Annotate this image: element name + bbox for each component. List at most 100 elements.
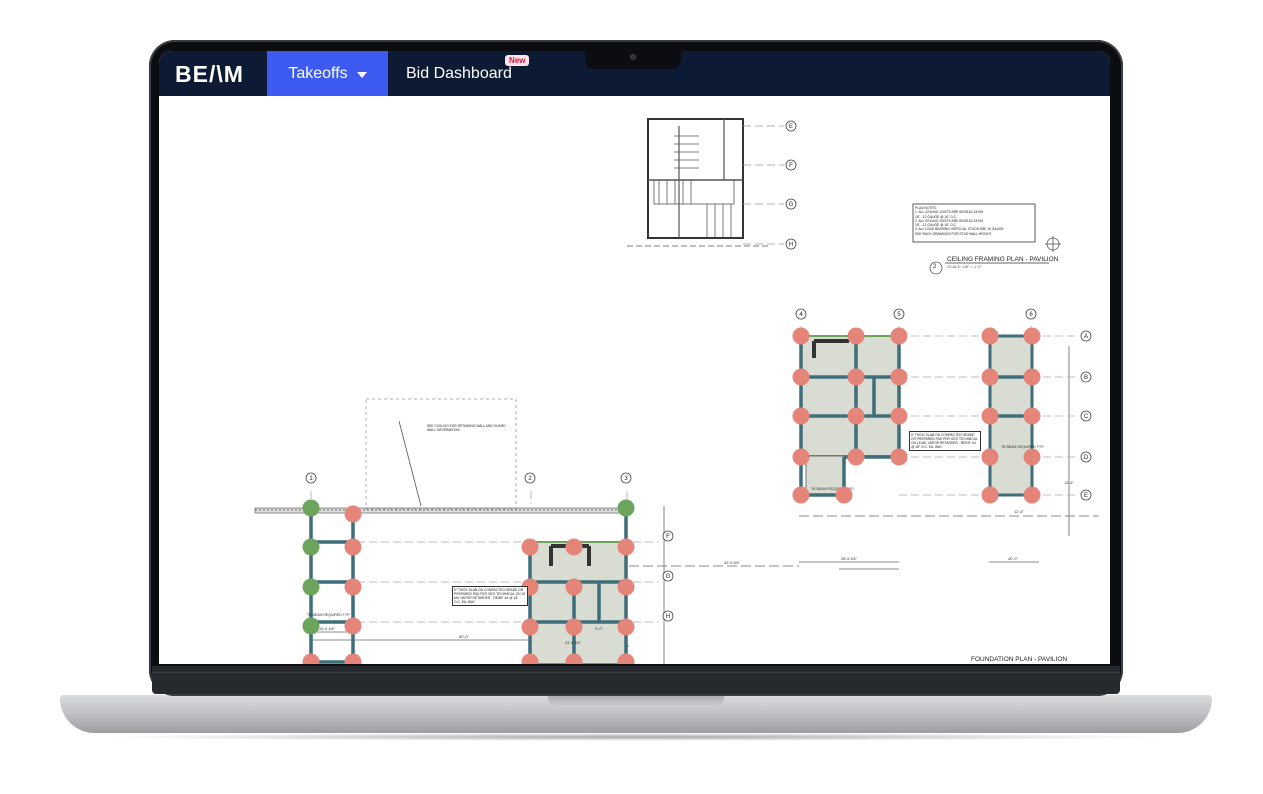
svg-text:E: E xyxy=(789,124,793,130)
takeoff-marker[interactable] xyxy=(565,618,583,636)
dimension-label: 80'-0" xyxy=(459,635,469,639)
takeoff-marker[interactable] xyxy=(344,538,362,556)
takeoff-marker[interactable] xyxy=(617,499,635,517)
ceiling-plan-number: 2 xyxy=(933,264,937,270)
takeoff-marker[interactable] xyxy=(981,368,999,386)
grid-bubble-row-G: G xyxy=(662,570,674,582)
takeoff-marker[interactable] xyxy=(890,368,908,386)
dimension-label: 9'-0" xyxy=(595,627,603,631)
takeoff-marker[interactable] xyxy=(1023,368,1041,386)
takeoff-marker[interactable] xyxy=(1023,486,1041,504)
dimension-label: 24'-6 3/4" xyxy=(565,641,582,645)
takeoff-marker[interactable] xyxy=(1023,448,1041,466)
takeoff-marker[interactable] xyxy=(890,407,908,425)
takeoff-marker[interactable] xyxy=(981,448,999,466)
takeoff-marker[interactable] xyxy=(344,617,362,635)
svg-text:F: F xyxy=(789,163,793,169)
takeoff-marker[interactable] xyxy=(890,327,908,345)
grid-bubble-row-D: D xyxy=(1080,451,1092,463)
svg-text:B: B xyxy=(1084,375,1088,381)
chevron-down-icon xyxy=(356,71,367,78)
svg-text:E: E xyxy=(1084,493,1088,499)
svg-text:G: G xyxy=(666,574,671,580)
takeoff-marker[interactable] xyxy=(302,538,320,556)
takeoff-marker[interactable] xyxy=(521,538,539,556)
beam-label: TB BEAM REQUIRED TYP. xyxy=(1001,445,1044,449)
dimension-label: 12'-6" xyxy=(1014,510,1024,514)
takeoff-marker[interactable] xyxy=(835,486,853,504)
takeoff-marker[interactable] xyxy=(890,448,908,466)
grid-bubble-top-row-F: F xyxy=(785,159,797,171)
grid-bubble-column-2: 2 xyxy=(524,472,536,484)
dimension-label: 15'-6 3/4" xyxy=(319,627,336,631)
takeoff-marker[interactable] xyxy=(792,407,810,425)
takeoff-marker[interactable] xyxy=(1023,327,1041,345)
takeoff-marker[interactable] xyxy=(302,653,320,665)
takeoff-marker[interactable] xyxy=(344,578,362,596)
takeoff-marker[interactable] xyxy=(617,578,635,596)
camera-notch xyxy=(585,51,681,69)
slab-note: 5" THICK SLAB ON COMPACTED GRADE OR PREP… xyxy=(909,431,981,451)
slab-note: 5" THICK SLAB ON COMPACTED GRADE OR PREP… xyxy=(452,586,528,606)
takeoff-marker[interactable] xyxy=(1023,407,1041,425)
ceiling-plan-scale: SCALE: 1/8" = 1'-0" xyxy=(947,264,982,269)
retaining-wall-note: SEE CIVIL/OO FOR RETAINING WALL AND GUAR… xyxy=(427,424,506,432)
laptop-shadow xyxy=(100,733,1172,741)
plan-note: SEE RACK DRAWINGS FOR STUD WALL HEIGHT xyxy=(915,231,992,236)
grid-bubble-column-4: 4 xyxy=(795,308,807,320)
grid-bubble-row-F: F xyxy=(662,530,674,542)
blueprint-linework: 1 2 3 4 5 6 A B C D E F G H E F G H xyxy=(254,118,1099,664)
svg-text:H: H xyxy=(666,614,670,620)
takeoff-marker[interactable] xyxy=(302,617,320,635)
grid-bubble-row-E: E xyxy=(1080,489,1092,501)
takeoff-marker[interactable] xyxy=(792,448,810,466)
takeoff-marker[interactable] xyxy=(981,327,999,345)
grid-bubble-column-3: 3 xyxy=(620,472,632,484)
blueprint-svg[interactable]: 1 2 3 4 5 6 A B C D E F G H E F G H 80'-0" 24'-6 3/4" 15'-6… xyxy=(159,96,1110,664)
dimension-label: 40'-0" xyxy=(1008,557,1018,561)
takeoff-marker[interactable] xyxy=(847,368,865,386)
takeoff-marker[interactable] xyxy=(565,538,583,556)
takeoff-marker[interactable] xyxy=(792,486,810,504)
svg-text:D: D xyxy=(1084,455,1089,461)
app-screen: BE/\M Takeoffs Bid Dashboard New 1 2 3 4… xyxy=(159,51,1110,664)
tab-bid-dashboard[interactable]: Bid Dashboard xyxy=(406,51,512,96)
takeoff-marker[interactable] xyxy=(302,499,320,517)
takeoff-marker[interactable] xyxy=(981,407,999,425)
dimension-label: 28'-6 3/4" xyxy=(841,557,858,561)
grid-bubble-top-row-E: E xyxy=(785,120,797,132)
dimension-label: 13'-6" xyxy=(1064,481,1074,485)
svg-text:H: H xyxy=(789,242,793,248)
foundation-plan-title: FOUNDATION PLAN - PAVILION xyxy=(971,656,1068,663)
beam-label: TB BEAM REQUIRED TYP. xyxy=(307,613,350,617)
takeoff-marker[interactable] xyxy=(981,486,999,504)
grid-bubble-column-1: 1 xyxy=(305,472,317,484)
takeoff-marker[interactable] xyxy=(565,578,583,596)
laptop-lid-groove xyxy=(548,695,724,707)
ceiling-plan-title: CEILING FRAMING PLAN - PAVILION xyxy=(947,256,1059,263)
grid-bubble-row-A: A xyxy=(1080,330,1092,342)
takeoff-marker[interactable] xyxy=(302,578,320,596)
takeoff-marker[interactable] xyxy=(617,538,635,556)
brand-logo[interactable]: BE/\M xyxy=(175,61,244,88)
svg-text:A: A xyxy=(1084,334,1088,340)
svg-text:C: C xyxy=(1084,414,1089,420)
blueprint-canvas[interactable]: 1 2 3 4 5 6 A B C D E F G H E F G H 80'-0" 24'-6 3/4" 15'-6… xyxy=(159,96,1110,664)
takeoff-marker[interactable] xyxy=(344,653,362,665)
takeoff-marker[interactable] xyxy=(847,327,865,345)
takeoff-marker[interactable] xyxy=(792,327,810,345)
grid-bubble-column-6: 6 xyxy=(1025,308,1037,320)
svg-text:F: F xyxy=(666,534,670,540)
takeoff-marker[interactable] xyxy=(617,618,635,636)
grid-bubble-column-5: 5 xyxy=(893,308,905,320)
takeoff-marker[interactable] xyxy=(847,448,865,466)
takeoff-marker[interactable] xyxy=(521,618,539,636)
tab-takeoffs[interactable]: Takeoffs xyxy=(267,51,388,96)
laptop-chin xyxy=(152,666,1120,694)
takeoff-marker[interactable] xyxy=(344,505,362,523)
takeoff-marker[interactable] xyxy=(792,368,810,386)
camera-icon xyxy=(630,54,636,60)
grid-bubble-row-H: H xyxy=(662,610,674,622)
takeoff-marker[interactable] xyxy=(847,407,865,425)
new-badge: New xyxy=(505,55,530,66)
